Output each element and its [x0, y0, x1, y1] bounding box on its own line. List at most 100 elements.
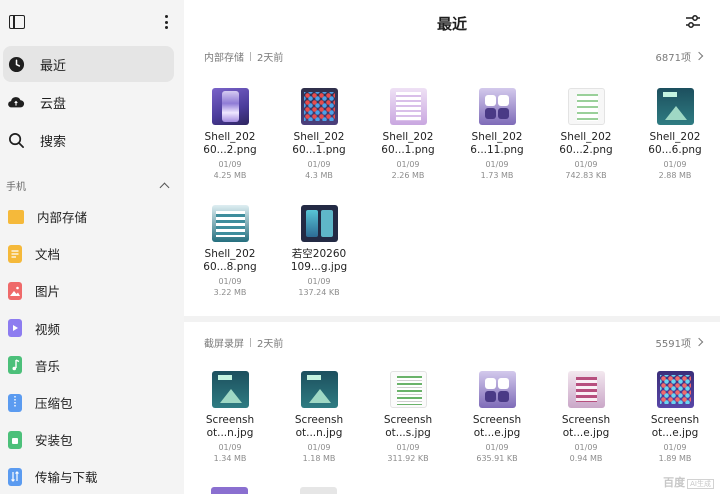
apk-icon: [8, 430, 22, 449]
category-music[interactable]: 音乐: [0, 347, 184, 384]
file-name-line1: Screensh: [561, 414, 611, 426]
file-date: 01/09: [663, 160, 687, 169]
file-tile[interactable]: Shell_202 60...2.png 01/09 4.25 MB: [186, 88, 274, 181]
file-name-line2: ot...s.jpg: [385, 427, 431, 439]
nav-item-recent[interactable]: 最近: [3, 46, 174, 82]
file-name-line2: ot...e.jpg: [562, 427, 610, 439]
category-transfer[interactable]: 传输与下载: [0, 458, 184, 494]
group-header-screenshots[interactable]: 截屏录屏 2天前 5591项: [204, 334, 704, 350]
more-options-icon[interactable]: [164, 15, 168, 29]
file-size: 742.83 KB: [565, 171, 607, 180]
nav-label-recent: 最近: [40, 58, 67, 74]
file-tile[interactable]: Shell_202 6...11.png 01/09 1.73 MB: [453, 88, 541, 181]
file-date: 01/09: [396, 160, 420, 169]
group-time: 2天前: [257, 338, 284, 350]
file-date: 01/09: [307, 277, 331, 286]
group-count: 6871项: [655, 52, 691, 64]
file-name-line1: Screensh: [294, 414, 344, 426]
file-name-line1: Screensh: [472, 414, 522, 426]
nav-label-search: 搜索: [40, 134, 67, 150]
file-tile[interactable]: Screensh ot...n.jpg 01/09 1.18 MB: [275, 371, 363, 464]
group-time: 2天前: [257, 52, 284, 64]
file-tile[interactable]: Screensh ot...e.jpg 01/09 1.89 MB: [631, 371, 719, 464]
category-archives[interactable]: 压缩包: [0, 384, 184, 421]
file-thumbnail: [211, 371, 249, 408]
file-tile[interactable]: 若空20260 109...g.jpg 01/09 137.24 KB: [275, 205, 363, 298]
file-size: 1.89 MB: [658, 454, 692, 463]
file-date: 01/09: [485, 160, 509, 169]
category-videos[interactable]: 视频: [0, 310, 184, 347]
section-title: 手机: [6, 181, 26, 193]
file-name-line2: 60...6.png: [648, 144, 702, 156]
file-tile[interactable]: Screensh ot...s.jpg 01/09 311.92 KB: [364, 371, 452, 464]
nav-item-search[interactable]: 搜索: [3, 122, 174, 158]
category-label: 图片: [35, 284, 61, 300]
category-label: 传输与下载: [35, 470, 98, 486]
category-label: 安装包: [35, 433, 73, 449]
section-divider: [184, 316, 720, 322]
category-label: 视频: [35, 321, 61, 337]
separator: [250, 51, 251, 61]
nav-item-cloud[interactable]: 云盘: [3, 84, 174, 120]
file-tile[interactable]: Shell_202 60...8.png 01/09 3.22 MB: [186, 205, 274, 298]
file-thumbnail: [567, 371, 605, 408]
file-tile[interactable]: Screensh ot...n.jpg 01/09 1.34 MB: [186, 371, 274, 464]
file-name-line2: 60...2.png: [559, 144, 613, 156]
file-date: 01/09: [574, 443, 598, 452]
file-size: 2.88 MB: [658, 171, 692, 180]
file-tile[interactable]: Screensh ot...e.jpg 01/09 635.91 KB: [453, 371, 541, 464]
group-header-internal-storage[interactable]: 内部存储 2天前 6871项: [204, 48, 704, 64]
file-name-line2: 60...2.png: [203, 144, 257, 156]
file-size: 3.22 MB: [213, 288, 247, 297]
nav-label-cloud: 云盘: [40, 96, 67, 112]
file-date: 01/09: [307, 443, 331, 452]
file-date: 01/09: [218, 160, 242, 169]
watermark-badge: AI生成: [687, 479, 714, 489]
category-images[interactable]: 图片: [0, 272, 184, 309]
file-thumbnail: [567, 88, 605, 125]
category-documents[interactable]: 文档: [0, 235, 184, 272]
file-name-line1: 若空20260: [291, 248, 347, 260]
category-apks[interactable]: 安装包: [0, 421, 184, 458]
file-tile[interactable]: Screensh ot...e.jpg 01/09 0.94 MB: [542, 371, 630, 464]
file-thumbnail-partial[interactable]: [211, 487, 248, 494]
file-date: 01/09: [218, 277, 242, 286]
file-size: 4.3 MB: [305, 171, 333, 180]
category-internal-storage[interactable]: 内部存储: [0, 198, 184, 235]
file-name-line2: ot...n.jpg: [295, 427, 343, 439]
main-content: 最近 内部存储 2天前 6871项 Shell_202 60...2.png 0…: [184, 0, 720, 494]
file-name-line1: Shell_202: [204, 131, 256, 143]
file-name-line1: Shell_202: [560, 131, 612, 143]
file-thumbnail: [211, 88, 249, 125]
file-thumbnail-partial[interactable]: [300, 487, 337, 494]
file-name-line1: Screensh: [650, 414, 700, 426]
chevron-right-icon: [694, 337, 704, 347]
file-tile[interactable]: Shell_202 60...2.png 01/09 742.83 KB: [542, 88, 630, 181]
file-thumbnail: [300, 371, 338, 408]
file-size: 1.73 MB: [480, 171, 514, 180]
image-icon: [8, 281, 22, 300]
sidebar-toggle-icon[interactable]: [9, 15, 25, 29]
file-thumbnail: [478, 371, 516, 408]
file-thumbnail: [656, 88, 694, 125]
folder-icon: [8, 209, 24, 224]
file-date: 01/09: [307, 160, 331, 169]
file-name-line1: Shell_202: [293, 131, 345, 143]
filter-settings-icon[interactable]: [684, 13, 702, 31]
file-tile[interactable]: Shell_202 60...1.png 01/09 4.3 MB: [275, 88, 363, 181]
file-tile[interactable]: Shell_202 60...1.png 01/09 2.26 MB: [364, 88, 452, 181]
group-source: 截屏录屏: [204, 338, 244, 350]
file-size: 635.91 KB: [476, 454, 518, 463]
file-size: 1.18 MB: [302, 454, 336, 463]
file-date: 01/09: [485, 443, 509, 452]
watermark-text: 百度: [663, 476, 686, 489]
category-label: 文档: [35, 247, 61, 263]
file-tile[interactable]: Shell_202 60...6.png 01/09 2.88 MB: [631, 88, 719, 181]
section-header-phone[interactable]: 手机: [0, 172, 184, 198]
file-size: 4.25 MB: [213, 171, 247, 180]
category-label: 音乐: [35, 358, 61, 374]
file-date: 01/09: [396, 443, 420, 452]
group-source: 内部存储: [204, 52, 244, 64]
file-name-line2: 60...8.png: [203, 261, 257, 273]
file-thumbnail: [389, 371, 427, 408]
